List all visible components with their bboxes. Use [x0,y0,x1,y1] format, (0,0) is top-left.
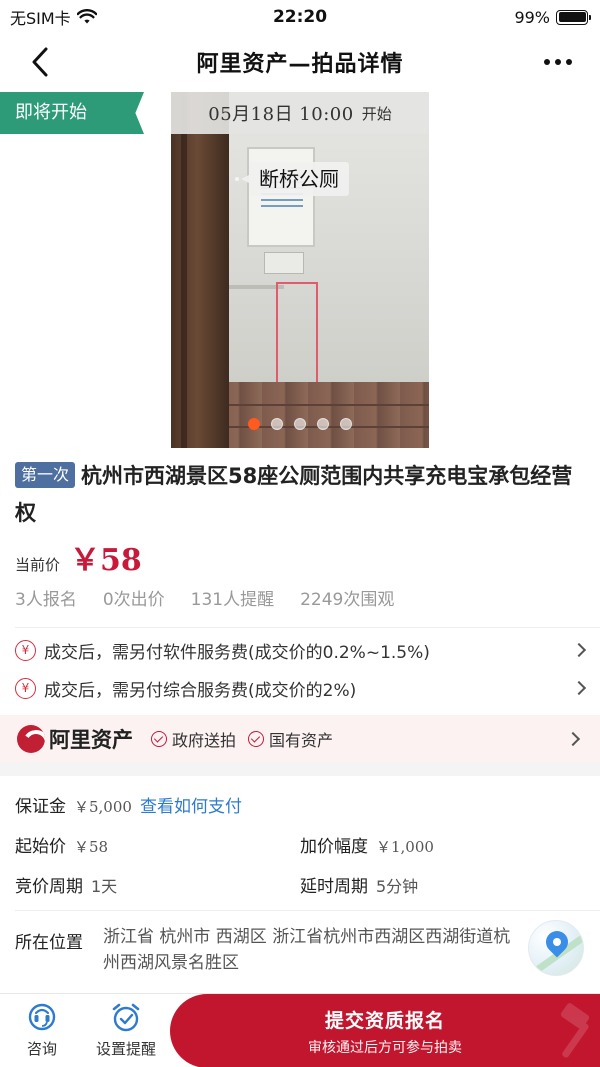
period-row: 竞价周期 1天 [15,872,117,897]
badge-label: 国有资产 [269,730,334,750]
check-circle-icon [151,730,167,747]
period-label: 竞价周期 [15,877,83,897]
delay-value: 5分钟 [376,877,419,896]
delay-row: 延时周期 5分钟 [300,872,418,897]
carousel-indicator[interactable] [0,418,600,430]
divider [15,910,600,911]
divider [15,627,600,628]
section-gap [0,762,600,776]
chevron-right-icon [571,680,587,696]
carousel-dot[interactable] [317,418,329,430]
stat-signups: 3人报名 [15,590,77,610]
round-tag: 第一次 [15,462,76,488]
nav-bar: 阿里资产—拍品详情 [0,34,600,90]
cta-sub-label: 审核通过后方可参与拍卖 [308,1039,462,1056]
consult-label: 咨询 [26,1040,57,1058]
fee-text: 成交后，需另付软件服务费(成交价的0.2%~1.5%) [44,642,430,663]
item-photo[interactable]: 断桥公厕 [171,92,429,448]
fee-text: 成交后，需另付综合服务费(成交价的2%) [44,680,357,701]
wifi-icon [76,9,97,24]
start-price-value: ￥58 [74,838,109,856]
chevron-right-icon [571,642,587,658]
carousel-dot[interactable] [271,418,283,430]
badge-state-owned: 国有资产 [248,727,333,751]
reminder-label: 设置提醒 [95,1040,156,1058]
deposit-row: 保证金 ￥5,000 查看如何支付 [15,792,242,817]
submit-registration-button[interactable]: 提交资质报名 审核通过后方可参与拍卖 [170,994,600,1067]
more-button[interactable] [538,44,578,80]
chevron-right-icon [565,731,581,746]
increment-row: 加价幅度 ￥1,000 [300,832,434,857]
brand-row[interactable]: 阿里资产 政府送拍 国有资产 [0,715,600,762]
set-reminder-button[interactable]: 设置提醒 [91,1002,161,1062]
carousel-dot[interactable] [340,418,352,430]
carousel-dot[interactable] [248,418,260,430]
location-value: 浙江省 杭州市 西湖区 浙江省杭州市西湖区西湖街道杭州西湖风景名胜区 [103,927,511,973]
check-circle-icon [248,730,265,747]
chevron-left-icon [32,47,48,77]
delay-label: 延时周期 [300,877,368,897]
brand-logo: 阿里资产 [17,724,133,754]
item-title-block: 第一次 杭州市西湖景区58座公厕范围内共享充电宝承包经营权 [15,458,585,532]
location-pin-icon [541,926,573,958]
map-icon[interactable] [528,920,584,976]
start-banner: 即将开始 05月18日 10:00 开始 [0,92,600,134]
fee-row-service[interactable]: ¥ 成交后，需另付综合服务费(成交价的2%) [15,669,590,707]
cta-main-label: 提交资质报名 [324,1009,445,1032]
start-suffix: 开始 [361,104,392,123]
alarm-clock-icon [112,1003,140,1032]
start-price-row: 起始价 ￥58 [15,832,108,857]
yen-icon: ¥ [15,639,36,661]
start-price-label: 起始价 [15,837,66,857]
brand-name: 阿里资产 [49,727,133,752]
status-tag: 即将开始 [0,92,144,134]
current-price: ￥58 [70,543,142,578]
yen-icon: ¥ [15,677,36,699]
how-to-pay-link[interactable]: 查看如何支付 [140,792,242,817]
hero-carousel[interactable]: 断桥公厕 即将开始 05月18日 10:00 开始 [0,92,600,448]
photo-caption: 断桥公厕 [235,162,349,196]
stat-bids: 0次出价 [102,590,165,610]
increment-label: 加价幅度 [300,837,368,857]
carousel-dot[interactable] [294,418,306,430]
price-label: 当前价 [15,556,61,574]
status-right: 99% [514,7,591,27]
hammer-icon [560,1003,590,1058]
back-button[interactable] [22,44,58,80]
deposit-label: 保证金 [15,797,66,817]
ali-assets-logo-icon [17,724,45,753]
item-title: 杭州市西湖景区58座公厕范围内共享充电宝承包经营权 [15,464,573,525]
carrier-text: 无SIM卡 [10,9,71,28]
location-row: 所在位置 浙江省 杭州市 西湖区 浙江省杭州市西湖区西湖街道杭州西湖风景名胜区 [15,927,515,976]
status-left: 无SIM卡 [10,5,97,29]
stat-reminders: 131人提醒 [190,590,275,610]
period-value: 1天 [91,877,118,896]
stat-views: 2249次围观 [300,590,395,610]
page-title: 阿里资产—拍品详情 [196,52,404,77]
fee-row-software[interactable]: ¥ 成交后，需另付软件服务费(成交价的0.2%~1.5%) [15,631,590,669]
increment-value: ￥1,000 [376,838,434,856]
stats-row: 3人报名 0次出价 131人提醒 2249次围观 [15,585,394,610]
deposit-value: ￥5,000 [74,798,132,816]
price-row: 当前价 ￥58 [15,535,142,579]
consult-button[interactable]: 咨询 [7,1002,77,1062]
battery-percent: 99% [514,7,550,27]
start-time: 05月18日 10:00 开始 [171,92,429,134]
start-date: 05月18日 10:00 [208,104,354,125]
badge-government: 政府送拍 [151,727,236,751]
bottom-action-bar: 咨询 设置提醒 提交资质报名 审核通过后方可参与拍卖 [0,993,600,1067]
location-label: 所在位置 [15,933,83,953]
headset-icon [28,1003,56,1031]
badge-label: 政府送拍 [172,730,237,750]
status-bar: 无SIM卡 22:20 99% [0,0,600,34]
battery-icon [556,9,591,25]
more-dots-icon [544,59,550,65]
